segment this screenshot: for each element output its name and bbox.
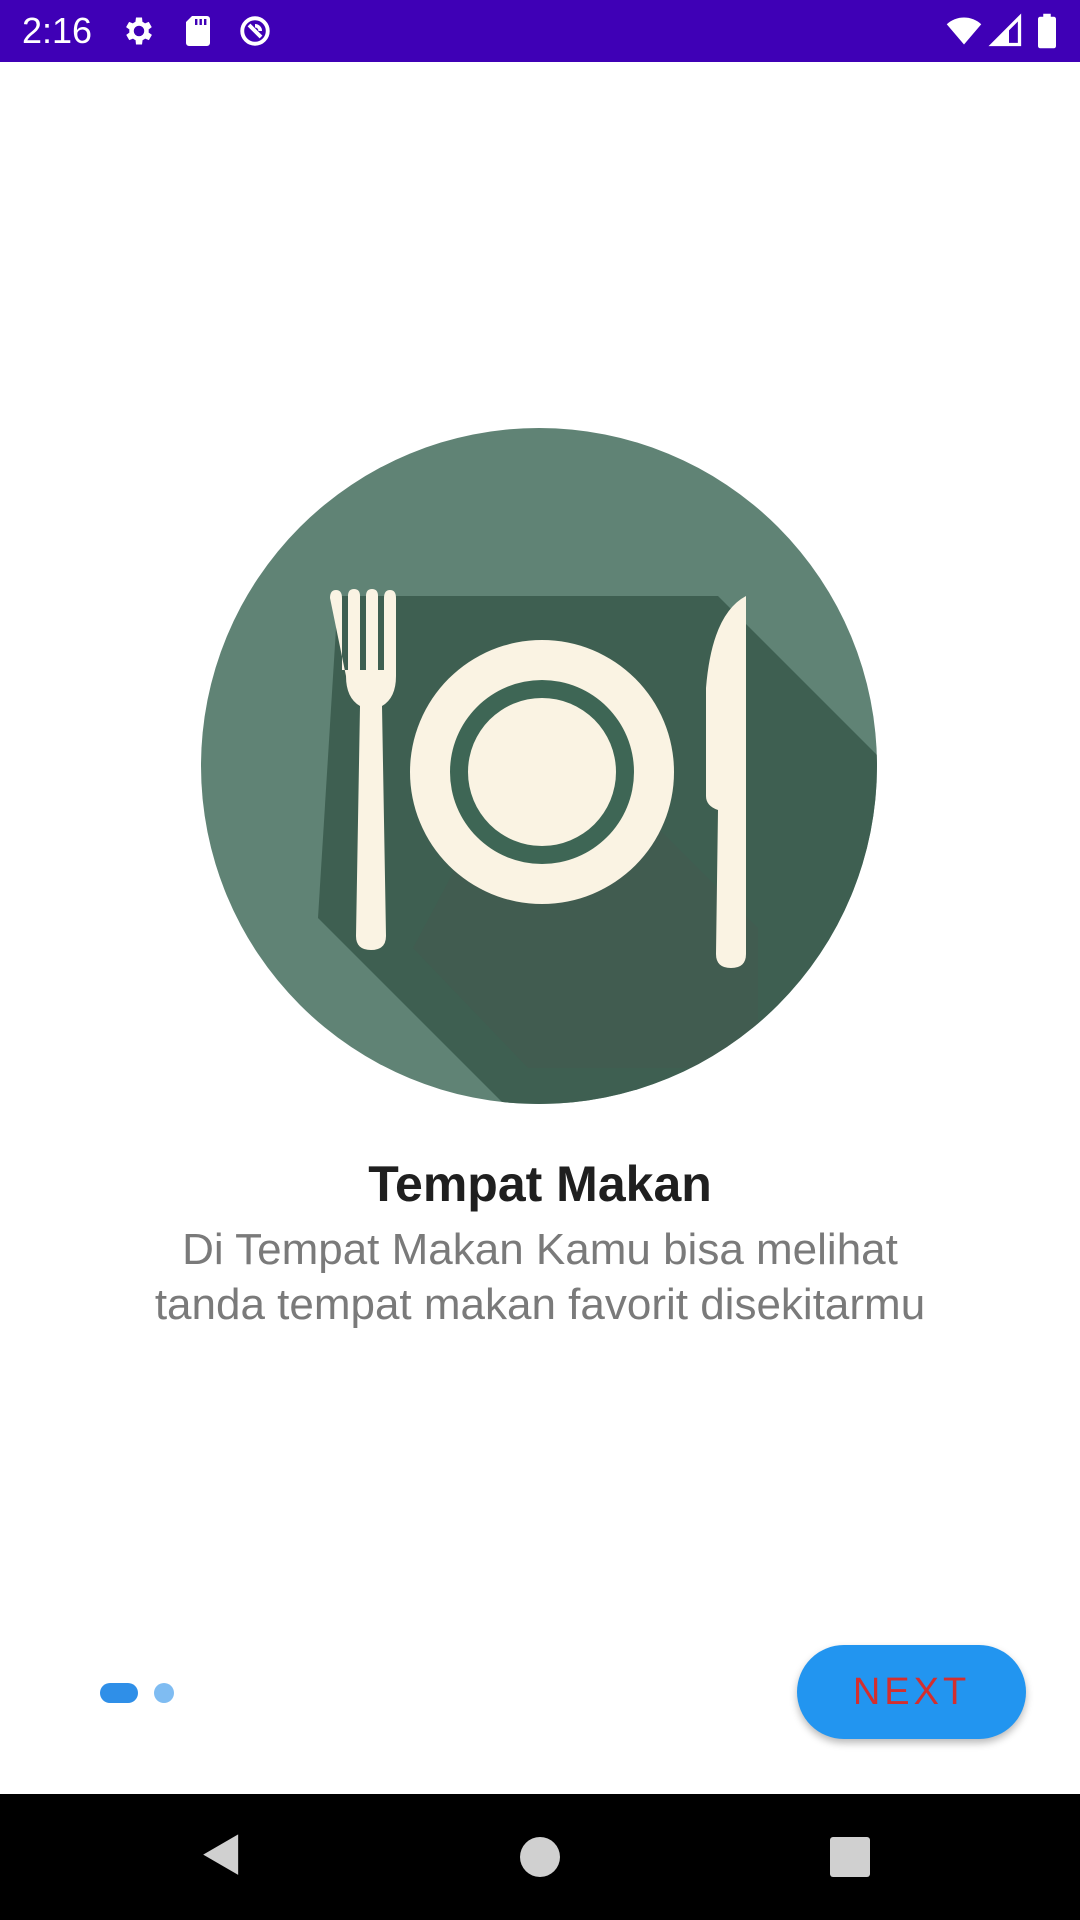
next-button-label: NEXT <box>852 1670 971 1713</box>
back-icon[interactable] <box>196 1827 256 1887</box>
status-bar: 2:16 <box>0 0 1080 62</box>
data-saver-icon <box>237 13 273 49</box>
navigation-bar <box>0 1794 1080 1920</box>
page-dot[interactable] <box>154 1683 174 1703</box>
next-button[interactable]: NEXT <box>797 1645 1026 1739</box>
status-time: 2:16 <box>22 10 93 51</box>
recents-icon[interactable] <box>820 1827 880 1887</box>
signal-icon <box>988 13 1024 49</box>
page-indicator <box>100 1683 174 1703</box>
home-icon[interactable] <box>510 1827 570 1887</box>
battery-icon <box>1034 13 1060 49</box>
plate-fork-knife-icon <box>198 428 880 1104</box>
onboarding-title: Tempat Makan <box>368 1156 712 1212</box>
wifi-icon <box>944 13 984 49</box>
page-dot-active[interactable] <box>100 1683 138 1703</box>
gear-icon <box>121 13 157 49</box>
onboarding-description: Di Tempat Makan Kamu bisa melihat tanda … <box>154 1225 926 1329</box>
onboarding-screen: 2:16 Tempat Makan Di Tempat Makan Kamu b… <box>0 0 1080 1920</box>
sd-card-icon <box>180 13 216 49</box>
